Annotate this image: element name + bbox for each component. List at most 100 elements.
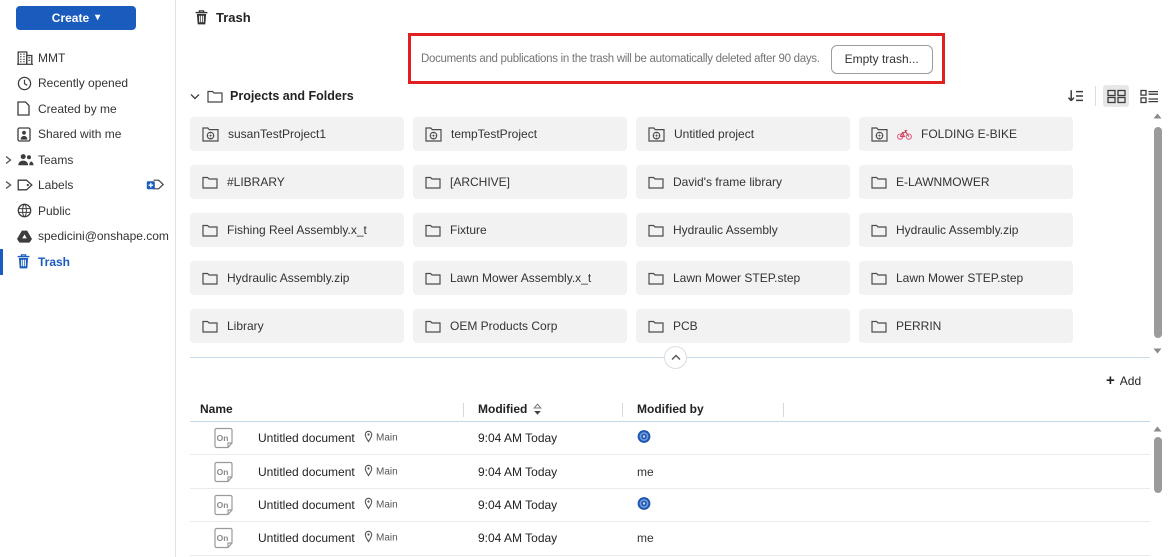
modified-time: 9:04 AM Today bbox=[478, 498, 557, 512]
sidebar-item-created-by-me[interactable]: Created by me bbox=[0, 96, 175, 122]
chevron-down-icon: ▾ bbox=[95, 13, 100, 23]
project-card-temptestproject[interactable]: tempTestProject bbox=[413, 117, 627, 151]
column-header-modified[interactable]: Modified bbox=[478, 402, 542, 416]
empty-trash-button[interactable]: Empty trash... bbox=[831, 45, 933, 74]
toolbar-divider bbox=[1095, 86, 1096, 106]
column-header-name[interactable]: Name bbox=[200, 402, 233, 416]
svg-text:On: On bbox=[217, 500, 229, 510]
column-header-modified-by[interactable]: Modified by bbox=[637, 402, 704, 416]
sidebar-item-public[interactable]: Public bbox=[0, 198, 175, 224]
project-card-lawn-mower-step-step[interactable]: Lawn Mower STEP.step bbox=[859, 261, 1073, 295]
pin-icon bbox=[364, 497, 373, 512]
project-card-library[interactable]: Library bbox=[190, 309, 404, 343]
page-title-label: Trash bbox=[216, 10, 251, 25]
project-card-lawn-mower-step-step[interactable]: Lawn Mower STEP.step bbox=[636, 261, 850, 295]
card-label: Untitled project bbox=[674, 127, 754, 141]
user-avatar-icon bbox=[637, 430, 651, 447]
project-card-susantestproject1[interactable]: susanTestProject1 bbox=[190, 117, 404, 151]
card-label: E-LAWNMOWER bbox=[896, 175, 990, 189]
grid-scrollbar[interactable] bbox=[1151, 110, 1164, 358]
column-divider bbox=[783, 403, 784, 417]
project-card-fixture[interactable]: Fixture bbox=[413, 213, 627, 247]
sidebar-nav: MMT Recently opened Created by meShared wi… bbox=[0, 45, 175, 275]
pin-icon bbox=[364, 431, 373, 446]
bike-icon bbox=[897, 129, 912, 140]
project-card-david-s-frame-library[interactable]: David's frame library bbox=[636, 165, 850, 199]
project-card-untitled-project[interactable]: Untitled project bbox=[636, 117, 850, 151]
project-card-perrin[interactable]: PERRIN bbox=[859, 309, 1073, 343]
sidebar-item-label: Public bbox=[38, 204, 71, 218]
sort-order-icon[interactable] bbox=[1062, 85, 1088, 107]
modified-by bbox=[637, 430, 651, 447]
sidebar-item-trash[interactable]: Trash bbox=[0, 249, 175, 275]
trash-notice: Documents and publications in the trash … bbox=[421, 44, 933, 74]
project-card-fishing-reel-assembly-x-t[interactable]: Fishing Reel Assembly.x_t bbox=[190, 213, 404, 247]
table-row[interactable]: OnUntitled documentMain9:04 AM Today bbox=[190, 422, 1150, 455]
documents-table-header: Name Modified Modified by bbox=[190, 399, 1150, 422]
card-label: Lawn Mower STEP.step bbox=[673, 271, 800, 285]
projects-grid: susanTestProject1 tempTestProject Untitled… bbox=[190, 117, 1073, 343]
project-card-library[interactable]: #LIBRARY bbox=[190, 165, 404, 199]
svg-text:On: On bbox=[217, 533, 229, 543]
modified-by: me bbox=[637, 531, 654, 545]
folder-icon bbox=[202, 176, 218, 189]
projects-section-title: Projects and Folders bbox=[230, 89, 354, 103]
sidebar: Create ▾ MMT Recently opened Created by me… bbox=[0, 0, 176, 557]
onshape-app: Create ▾ MMT Recently opened Created by me… bbox=[0, 0, 1171, 557]
chevron-right-icon[interactable] bbox=[5, 155, 24, 164]
workspace-label: Main bbox=[376, 433, 398, 444]
sidebar-item-teams[interactable]: Teams bbox=[0, 147, 175, 173]
table-row[interactable]: OnUntitled documentMain9:04 AM Todayme bbox=[190, 522, 1150, 555]
project-card-oem-products-corp[interactable]: OEM Products Corp bbox=[413, 309, 627, 343]
workspace-badge: Main bbox=[364, 531, 398, 546]
sidebar-item-label: Recently opened bbox=[38, 76, 128, 90]
sidebar-item-labels[interactable]: Labels bbox=[0, 173, 175, 199]
sidebar-item-recently-opened[interactable]: Recently opened bbox=[0, 71, 175, 97]
project-card-folding-e-bike[interactable]: FOLDING E-BIKE bbox=[859, 117, 1073, 151]
project-card-hydraulic-assembly[interactable]: Hydraulic Assembly bbox=[636, 213, 850, 247]
folder-icon bbox=[871, 320, 887, 333]
sidebar-item-shared-with-me[interactable]: Shared with me bbox=[0, 122, 175, 148]
sort-indicator-icon bbox=[533, 403, 542, 416]
workspace-badge: Main bbox=[364, 464, 398, 479]
add-label-icon[interactable] bbox=[146, 178, 165, 192]
onshape-document-icon: On bbox=[214, 461, 233, 482]
list-view-icon[interactable] bbox=[1136, 85, 1162, 107]
sidebar-item-mmt[interactable]: MMT bbox=[0, 45, 175, 71]
chevron-right-icon[interactable] bbox=[5, 181, 24, 190]
collapse-section-button[interactable] bbox=[664, 346, 687, 369]
scroll-up-icon[interactable] bbox=[1153, 113, 1162, 119]
table-row[interactable]: OnUntitled documentMain9:04 AM Todayme bbox=[190, 455, 1150, 488]
folder-icon bbox=[871, 224, 887, 237]
table-scrollbar-thumb[interactable] bbox=[1154, 437, 1162, 493]
project-icon bbox=[202, 127, 219, 142]
pin-icon bbox=[364, 464, 373, 479]
project-card-e-lawnmower[interactable]: E-LAWNMOWER bbox=[859, 165, 1073, 199]
folder-icon bbox=[202, 272, 218, 285]
sidebar-item-label: Teams bbox=[38, 153, 73, 167]
card-label: Fishing Reel Assembly.x_t bbox=[227, 223, 367, 237]
chevron-down-icon[interactable] bbox=[190, 93, 200, 100]
add-button[interactable]: + Add bbox=[1106, 373, 1141, 388]
svg-text:On: On bbox=[217, 467, 229, 477]
project-card-hydraulic-assembly-zip[interactable]: Hydraulic Assembly.zip bbox=[859, 213, 1073, 247]
grid-scrollbar-thumb[interactable] bbox=[1154, 127, 1162, 338]
projects-section-header[interactable]: Projects and Folders bbox=[190, 89, 354, 103]
onshape-document-icon: On bbox=[214, 428, 233, 449]
folder-icon bbox=[207, 90, 223, 103]
card-label: [ARCHIVE] bbox=[450, 175, 510, 189]
project-card-archive[interactable]: [ARCHIVE] bbox=[413, 165, 627, 199]
sidebar-item-spedicini-onshape-com[interactable]: spedicini@onshape.com bbox=[0, 224, 175, 250]
folder-icon bbox=[648, 176, 664, 189]
grid-view-icon[interactable] bbox=[1103, 85, 1129, 107]
create-button[interactable]: Create ▾ bbox=[16, 6, 136, 30]
table-scrollbar[interactable] bbox=[1151, 423, 1164, 557]
table-row[interactable]: OnUntitled documentMain9:04 AM Today bbox=[190, 489, 1150, 522]
project-card-hydraulic-assembly-zip[interactable]: Hydraulic Assembly.zip bbox=[190, 261, 404, 295]
scroll-down-icon[interactable] bbox=[1153, 348, 1162, 354]
project-card-lawn-mower-assembly-x-t[interactable]: Lawn Mower Assembly.x_t bbox=[413, 261, 627, 295]
project-card-pcb[interactable]: PCB bbox=[636, 309, 850, 343]
onshape-document-icon: On bbox=[214, 528, 233, 549]
workspace-label: Main bbox=[376, 499, 398, 510]
scroll-up-icon[interactable] bbox=[1153, 426, 1162, 432]
